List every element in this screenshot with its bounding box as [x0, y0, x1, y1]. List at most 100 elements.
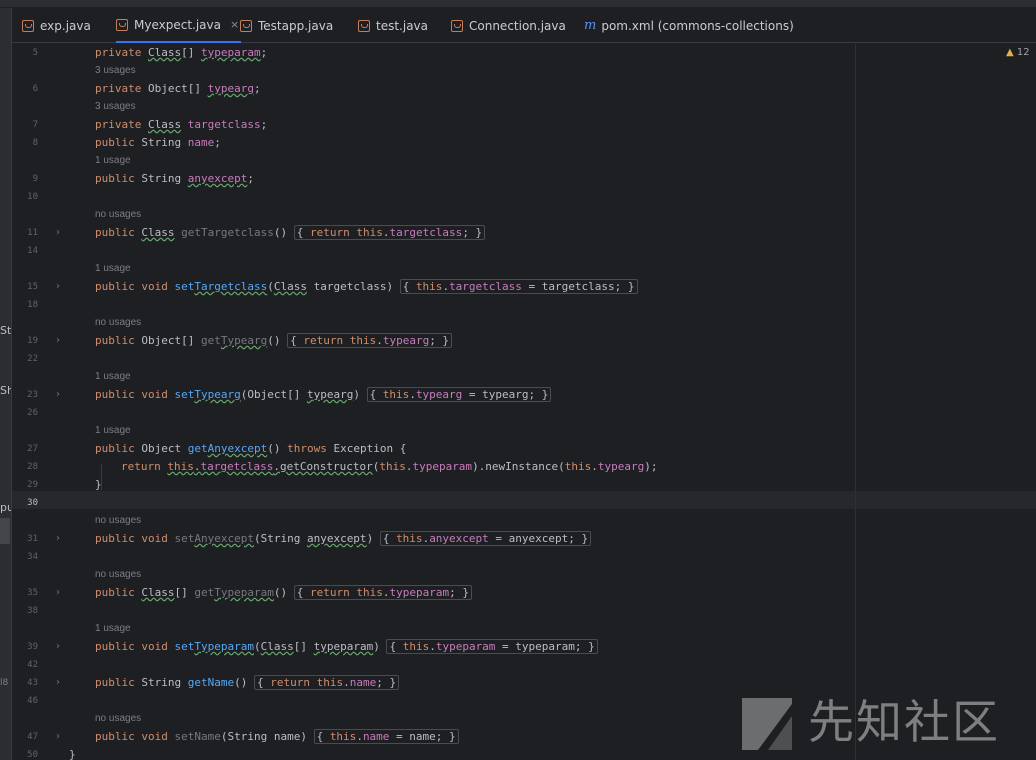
line-number: 46 [27, 696, 38, 706]
line-number: 50 [27, 750, 38, 760]
tab-exp-java[interactable]: exp.java [22, 8, 91, 43]
line-number: 22 [27, 354, 38, 364]
code-line: return this.targetclass.getConstructor(t… [121, 460, 658, 473]
fold-chevron-icon[interactable]: › [56, 584, 60, 602]
usage-hint[interactable]: 1 usage [95, 620, 131, 638]
fold-chevron-icon[interactable]: › [56, 638, 60, 656]
tab-connection-java[interactable]: Connection.java [451, 8, 566, 43]
usage-hint[interactable]: no usages [95, 566, 141, 584]
line-number: 43 [27, 678, 38, 688]
line-number: 14 [27, 246, 38, 256]
tab-label: test.java [376, 18, 429, 33]
code-editor[interactable]: 5 6 7 8 9 10 11 › 14 15 › 18 19 › 22 23 › 26 27 28 29 30 31 › 34… [12, 44, 1036, 760]
line-number: 30 [27, 498, 38, 508]
tab-test-java[interactable]: test.java [358, 8, 428, 43]
java-file-icon [116, 18, 128, 31]
inspection-widget[interactable]: ▲ 12 [1006, 47, 1030, 58]
java-file-icon [358, 19, 370, 32]
code-line: public Class[] getTypeparam() { return t… [95, 584, 472, 602]
line-number: 26 [27, 408, 38, 418]
fold-chevron-icon[interactable]: › [56, 728, 60, 746]
warning-icon: ▲ [1006, 47, 1014, 58]
line-number: 38 [27, 606, 38, 616]
code-line: public void setTypeparam(Class[] typepar… [95, 638, 598, 656]
right-margin-guide [855, 44, 856, 760]
fold-chevron-icon[interactable]: › [56, 530, 60, 548]
java-file-icon [240, 19, 252, 32]
tab-myexpect-java[interactable]: Myexpect.java × [116, 8, 242, 43]
line-number: 6 [32, 84, 38, 94]
panel-text-fragment: l8 [0, 678, 9, 688]
line-number: 27 [27, 444, 38, 454]
usage-hint[interactable]: 1 usage [95, 368, 131, 386]
tab-label: Testapp.java [258, 18, 334, 33]
warning-count: 12 [1016, 47, 1030, 58]
line-number: 8 [32, 138, 38, 148]
window-top-strip [0, 0, 1036, 8]
line-number-gutter[interactable]: 5 6 7 8 9 10 11 › 14 15 › 18 19 › 22 23 › 26 27 28 29 30 31 › 34… [12, 44, 68, 760]
line-number: 29 [27, 480, 38, 490]
editor-tab-bar: exp.java Myexpect.java × Testapp.java te… [12, 8, 1036, 43]
code-line: } [69, 748, 76, 760]
line-number: 42 [27, 660, 38, 670]
line-number: 39 [27, 642, 38, 652]
watermark: 先知社区 [738, 690, 1028, 754]
tab-label: pom.xml (commons-collections) [601, 18, 794, 33]
usage-hint[interactable]: 1 usage [95, 260, 131, 278]
line-number: 31 [27, 534, 38, 544]
line-number: 5 [32, 48, 38, 58]
code-line: public Object getAnyexcept() throws Exce… [95, 442, 407, 455]
tab-testapp-java[interactable]: Testapp.java [240, 8, 333, 43]
line-number: 28 [27, 462, 38, 472]
panel-text-fragment: Sh [0, 384, 11, 397]
code-line: private Class[] typeparam; [95, 46, 268, 59]
usage-hint[interactable]: 3 usages [95, 98, 136, 116]
java-file-icon [451, 19, 463, 32]
code-line: public void setAnyexcept(String anyexcep… [95, 530, 592, 548]
maven-icon: m [584, 18, 597, 33]
current-line-highlight [12, 491, 1036, 509]
line-number: 11 [27, 228, 38, 238]
code-line: private Object[] typearg; [95, 82, 261, 95]
fold-chevron-icon[interactable]: › [56, 224, 60, 242]
usage-hint[interactable]: 1 usage [95, 152, 131, 170]
panel-selection-marker [0, 518, 10, 544]
fold-chevron-icon[interactable]: › [56, 332, 60, 350]
fold-chevron-icon[interactable]: › [56, 278, 60, 296]
usage-hint[interactable]: no usages [95, 512, 141, 530]
tab-label: Connection.java [469, 18, 566, 33]
code-line: public String anyexcept; [95, 172, 254, 185]
left-tool-panel-edge: Str Sh pu l8 [0, 8, 12, 760]
usage-hint[interactable]: 3 usages [95, 62, 136, 80]
code-line: private Class targetclass; [95, 118, 268, 131]
line-number: 15 [27, 282, 38, 292]
xianzhi-logo-icon [742, 698, 792, 750]
close-icon[interactable]: × [230, 18, 239, 31]
usage-hint[interactable]: no usages [95, 314, 141, 332]
line-number: 18 [27, 300, 38, 310]
line-number: 47 [27, 732, 38, 742]
line-number: 10 [27, 192, 38, 202]
panel-text-fragment: pu [0, 501, 11, 514]
code-line: public String getName() { return this.na… [95, 674, 400, 692]
line-number: 7 [32, 120, 38, 130]
line-number: 9 [32, 174, 38, 184]
code-line: } [95, 478, 102, 491]
code-line: public void setTypearg(Object[] typearg)… [95, 386, 552, 404]
usage-hint[interactable]: 1 usage [95, 422, 131, 440]
line-number: 35 [27, 588, 38, 598]
code-line: public String name; [95, 136, 221, 149]
tab-label: exp.java [40, 18, 91, 33]
usage-hint[interactable]: no usages [95, 710, 141, 728]
tab-pom-xml[interactable]: m pom.xml (commons-collections) [584, 8, 794, 43]
fold-chevron-icon[interactable]: › [56, 674, 60, 692]
line-number: 34 [27, 552, 38, 562]
line-number: 19 [27, 336, 38, 346]
line-number: 23 [27, 390, 38, 400]
code-line: public void setName(String name) { this.… [95, 728, 459, 746]
code-line: public Object[] getTypearg() { return th… [95, 332, 453, 350]
fold-chevron-icon[interactable]: › [56, 386, 60, 404]
panel-text-fragment: Str [0, 324, 12, 337]
code-line: public Class getTargetclass() { return t… [95, 224, 486, 242]
usage-hint[interactable]: no usages [95, 206, 141, 224]
